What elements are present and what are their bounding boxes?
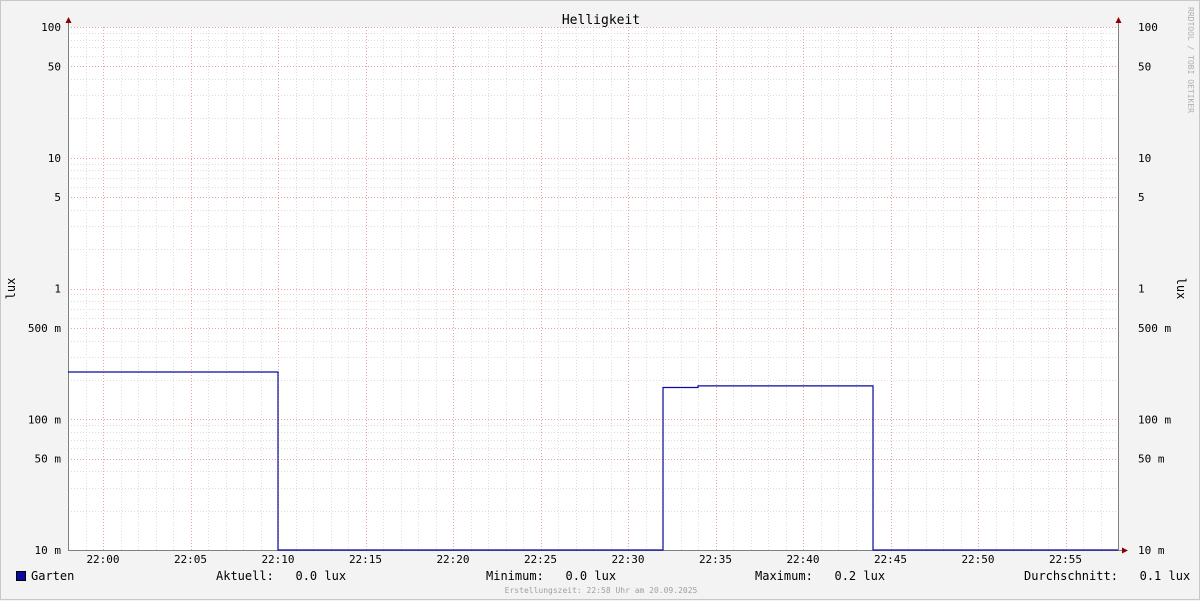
x-tick-label: 22:05 — [174, 553, 207, 566]
y-tick-label-left: 10 — [48, 152, 61, 165]
y-tick-label-right: 1 — [1138, 283, 1145, 296]
y-axis-label-right: lux — [1174, 278, 1188, 300]
chart-title: Helligkeit — [562, 13, 640, 28]
y-tick-label-right: 500 m — [1138, 322, 1171, 335]
y-tick-label-left: 10 m — [35, 544, 62, 557]
y-axis-arrow-right — [1115, 17, 1122, 23]
y-tick-label-left: 50 — [48, 60, 61, 73]
legend: Garten Aktuell: 0.0 lux Minimum: 0.0 lux… — [1, 567, 1200, 585]
x-axis-arrow — [1122, 547, 1128, 554]
y-tick-label-right: 10 — [1138, 152, 1151, 165]
legend-swatch — [16, 571, 26, 581]
x-tick-label: 22:50 — [961, 553, 994, 566]
legend-series-name: Garten — [31, 569, 75, 583]
y-tick-label-left: 50 m — [35, 453, 62, 466]
y-tick-label-right: 5 — [1138, 191, 1145, 204]
y-tick-label-right: 50 m — [1138, 453, 1165, 466]
y-tick-label-right: 100 m — [1138, 413, 1171, 426]
y-tick-label-right: 50 — [1138, 60, 1151, 73]
y-tick-label-left: 100 m — [28, 413, 61, 426]
watermark: RRDTOOL / TOBI OETIKER — [1186, 7, 1195, 113]
y-tick-label-left: 5 — [54, 191, 61, 204]
y-tick-label-right: 10 m — [1138, 544, 1165, 557]
x-tick-label: 22:10 — [261, 553, 294, 566]
x-tick-label: 22:45 — [874, 553, 907, 566]
y-tick-label-left: 100 — [41, 21, 61, 34]
legend-minimum: Minimum: 0.0 lux — [486, 569, 617, 583]
y-tick-label-left: 500 m — [28, 322, 61, 335]
x-tick-label: 22:55 — [1049, 553, 1082, 566]
x-tick-label: 22:35 — [699, 553, 732, 566]
legend-aktuell: Aktuell: 0.0 lux — [216, 569, 347, 583]
x-tick-label: 22:25 — [524, 553, 557, 566]
y-tick-label-right: 100 — [1138, 21, 1158, 34]
legend-durchschnitt: Durchschnitt: 0.1 lux — [1024, 569, 1191, 583]
x-tick-label: 22:15 — [349, 553, 382, 566]
creation-time: Erstellungszeit: 22:58 Uhr am 20.09.2025 — [504, 586, 698, 595]
x-tick-label: 22:00 — [86, 553, 119, 566]
x-tick-label: 22:20 — [436, 553, 469, 566]
x-tick-label: 22:40 — [786, 553, 819, 566]
y-axis-arrow-left — [65, 17, 72, 23]
y-axis-label-left: lux — [4, 278, 18, 300]
legend-maximum: Maximum: 0.2 lux — [755, 569, 886, 583]
chart-svg: 10 m 10 m 50 m 50 m 100 m 100 m 500 m 500 m 1 1 5 5… — [4, 7, 1195, 566]
chart-frame: 10 m 10 m 50 m 50 m 100 m 100 m 500 m 500 m 1 1 5 5… — [0, 0, 1200, 600]
y-tick-label-left: 1 — [54, 283, 61, 296]
x-tick-label: 22:30 — [611, 553, 644, 566]
